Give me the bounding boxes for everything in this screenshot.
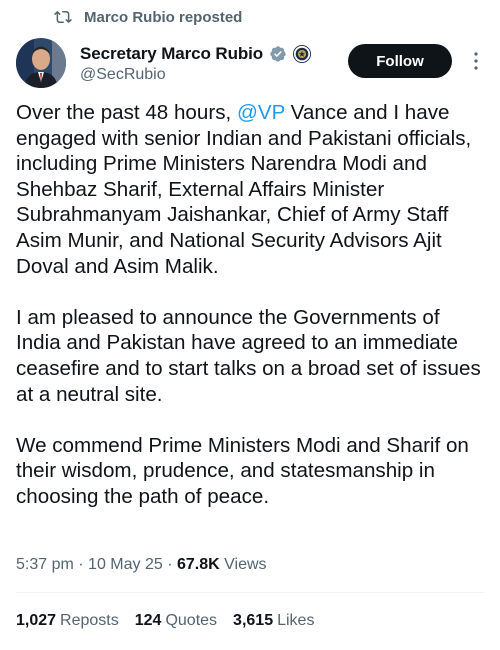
- reposts-stat[interactable]: 1,027 Reposts: [16, 612, 119, 630]
- repost-indicator[interactable]: Marco Rubio reposted: [54, 8, 242, 26]
- mention-link[interactable]: @VP: [237, 101, 285, 124]
- reposts-count: 1,027: [16, 612, 57, 629]
- tweet-paragraph-1: Over the past 48 hours, @VP Vance and I …: [16, 100, 488, 279]
- reposts-label: Reposts: [60, 612, 119, 629]
- views-label: Views: [224, 556, 267, 573]
- author-handle[interactable]: @SecRubio: [80, 66, 311, 84]
- likes-label: Likes: [277, 612, 315, 629]
- author-name[interactable]: Secretary Marco Rubio: [80, 44, 263, 64]
- likes-stat[interactable]: 3,615 Likes: [233, 612, 314, 630]
- quotes-label: Quotes: [165, 612, 218, 629]
- repost-label: Marco Rubio reposted: [84, 8, 243, 26]
- avatar[interactable]: [16, 38, 66, 88]
- engagement-stats: 1,027 Reposts 124 Quotes 3,615 Likes: [16, 612, 314, 630]
- quotes-count: 124: [134, 612, 162, 629]
- tweet-text: Over the past 48 hours, @VP Vance and I …: [16, 100, 488, 535]
- follow-button[interactable]: Follow: [348, 44, 452, 78]
- author-block: Secretary Marco Rubio @SecRubio: [80, 44, 312, 84]
- quotes-stat[interactable]: 124 Quotes: [135, 612, 217, 630]
- verified-badge-icon[interactable]: [269, 45, 287, 63]
- tweet-date[interactable]: 10 May 25: [88, 556, 163, 573]
- views-count: 67.8K: [177, 556, 220, 573]
- repost-icon: [54, 10, 72, 24]
- tweet-text-segment: Vance and I have engaged with senior Ind…: [16, 101, 472, 278]
- separator-dot: ·: [167, 556, 177, 573]
- tweet-header: Secretary Marco Rubio @SecRubio Follow: [16, 36, 486, 88]
- tweet-text-segment: Over the past 48 hours,: [16, 101, 237, 124]
- tweet-paragraph-3: We commend Prime Ministers Modi and Shar…: [16, 433, 469, 508]
- tweet-paragraph-2: I am pleased to announce the Governments…: [16, 305, 481, 406]
- divider: [16, 592, 484, 593]
- state-department-seal-icon: [293, 45, 312, 63]
- tweet-time[interactable]: 5:37 pm: [16, 556, 74, 573]
- separator-dot: ·: [78, 556, 89, 573]
- more-options-icon[interactable]: [466, 50, 486, 72]
- likes-count: 3,615: [233, 612, 274, 629]
- tweet-meta: 5:37 pm · 10 May 25 · 67.8K Views: [16, 556, 267, 574]
